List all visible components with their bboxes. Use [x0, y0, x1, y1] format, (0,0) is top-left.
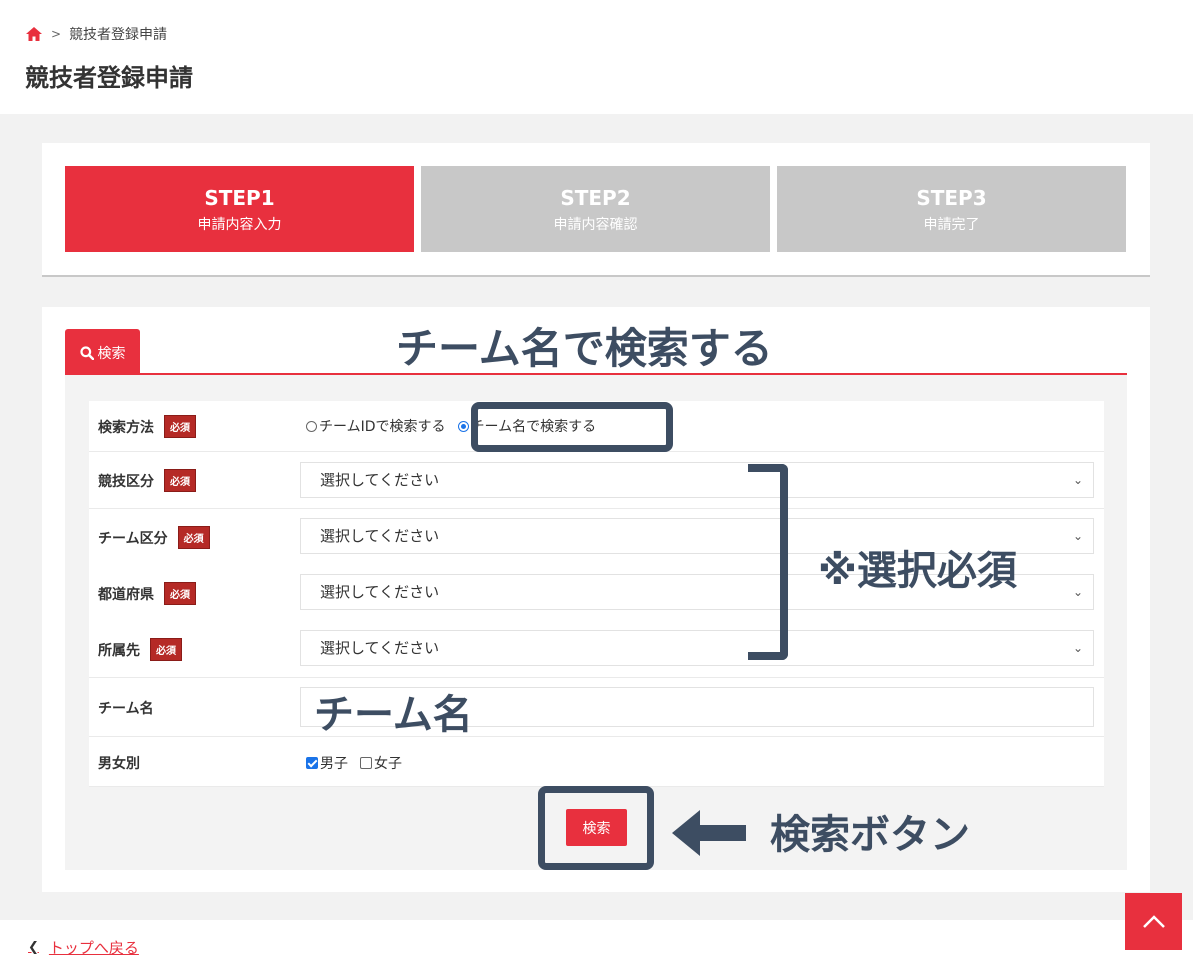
radio-team-id-dot[interactable] [306, 420, 317, 432]
search-tab-label: 検索 [97, 346, 126, 362]
annotation-search-button: 検索ボタン [770, 812, 970, 858]
step-3-title: STEP3 [916, 186, 987, 210]
required-badge: 必須 [177, 526, 210, 549]
team-category-label: チーム区分 必須 [98, 526, 210, 549]
radio-team-id[interactable]: チームIDで検索する [306, 416, 446, 436]
chevron-down-icon: ⌄ [1072, 473, 1083, 487]
checkbox-male-box[interactable] [306, 757, 318, 769]
footer [0, 920, 1193, 964]
row-team-name: チーム名 [89, 678, 1104, 737]
required-badge: 必須 [150, 638, 182, 661]
step-3: STEP3 申請完了 [777, 166, 1126, 252]
radio-team-name-dot[interactable] [457, 420, 469, 432]
affiliation-label: 所属先 必須 [98, 638, 182, 661]
required-badge: 必須 [164, 582, 196, 605]
search-icon [79, 346, 94, 360]
page-title: 競技者登録申請 [25, 64, 193, 92]
gender-label: 男女別 [98, 756, 140, 772]
breadcrumb-separator: > [51, 27, 62, 41]
step-1-title: STEP1 [204, 186, 275, 210]
breadcrumb-current: 競技者登録申請 [69, 27, 168, 43]
row-gender: 男女別 男子 女子 [89, 737, 1104, 787]
header: > 競技者登録申請 競技者登録申請 [0, 0, 1193, 114]
affiliation-select[interactable]: 選択してください ⌄ [300, 630, 1094, 666]
chevron-up-icon [1142, 914, 1165, 928]
row-sport-category: 競技区分 必須 選択してください ⌄ [89, 452, 1104, 509]
chevron-down-icon: ⌄ [1072, 641, 1083, 655]
annotation-highlight-button [538, 786, 654, 870]
prefecture-label: 都道府県 必須 [98, 582, 196, 605]
annotation-selection-required: ※選択必須 [818, 548, 1017, 594]
annotation-highlight-radio [471, 402, 673, 452]
sport-category-label: 競技区分 必須 [98, 469, 196, 492]
checkbox-female-box[interactable] [360, 757, 372, 769]
breadcrumb: > 競技者登録申請 [25, 24, 167, 44]
annotation-bracket [748, 464, 788, 660]
annotation-search-by-team-name: チーム名で検索する [396, 324, 773, 373]
row-affiliation: 所属先 必須 選択してください ⌄ [89, 621, 1104, 678]
required-badge: 必須 [164, 469, 196, 492]
step-indicator: STEP1 申請内容入力 STEP2 申請内容確認 STEP3 申請完了 [42, 143, 1150, 277]
annotation-team-name: チーム名 [314, 692, 473, 738]
checkbox-female[interactable]: 女子 [360, 753, 402, 773]
sport-category-select[interactable]: 選択してください ⌄ [300, 462, 1094, 498]
gender-checkboxes: 男子 女子 [306, 753, 414, 773]
chevron-left-icon: ❮ [28, 940, 39, 955]
checkbox-male[interactable]: 男子 [306, 753, 348, 773]
left-arrow-icon [672, 810, 746, 856]
scroll-to-top-button[interactable] [1125, 893, 1182, 950]
search-tab[interactable]: 検索 [65, 329, 140, 377]
search-method-label: 検索方法 必須 [98, 415, 196, 438]
step-2: STEP2 申請内容確認 [421, 166, 770, 252]
step-2-subtitle: 申請内容確認 [553, 217, 638, 233]
back-to-top-link[interactable]: ❮ トップへ戻る [28, 937, 139, 958]
home-icon[interactable] [25, 26, 43, 42]
chevron-down-icon: ⌄ [1072, 529, 1083, 543]
step-1: STEP1 申請内容入力 [65, 166, 414, 252]
step-2-title: STEP2 [560, 186, 631, 210]
chevron-down-icon: ⌄ [1072, 585, 1083, 599]
step-1-subtitle: 申請内容入力 [197, 217, 282, 233]
step-3-subtitle: 申請完了 [923, 217, 980, 233]
team-name-label: チーム名 [98, 701, 154, 717]
required-badge: 必須 [164, 415, 196, 438]
